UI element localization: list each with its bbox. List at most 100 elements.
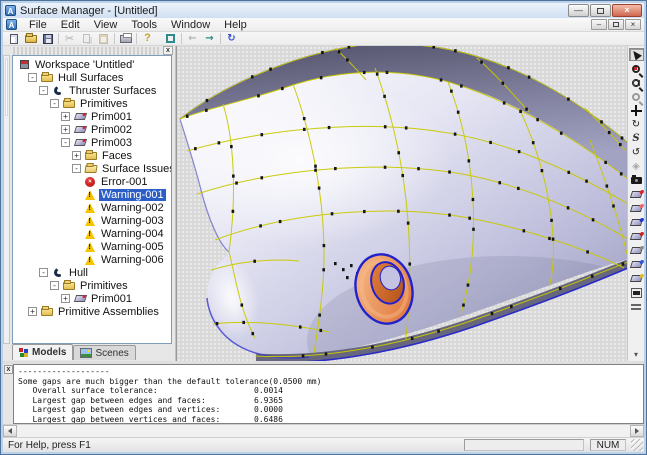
- zoom-tool-icon: [632, 93, 640, 101]
- tab-models[interactable]: Models: [12, 344, 73, 360]
- tree-item-prim002[interactable]: +Prim002: [14, 123, 171, 136]
- surface-tool-4[interactable]: [629, 230, 644, 243]
- warning-icon: [83, 254, 97, 266]
- tree-expander-minus[interactable]: -: [50, 99, 59, 108]
- maximize-button[interactable]: [590, 4, 611, 17]
- zoom-dynamic-tool[interactable]: [629, 62, 644, 75]
- tree-item-label: Warning-003: [99, 215, 166, 227]
- menu-window[interactable]: Window: [164, 18, 217, 32]
- tree-item-workspace-untitled[interactable]: Workspace 'Untitled': [14, 58, 171, 71]
- tree-expander-minus[interactable]: -: [28, 73, 37, 82]
- tree-item-warning-006[interactable]: Warning-006: [14, 253, 171, 266]
- surface-tool-7[interactable]: [629, 272, 644, 285]
- tree-item-hull-surfaces[interactable]: -Hull Surfaces: [14, 71, 171, 84]
- sync-button[interactable]: ↻: [223, 32, 240, 45]
- tree-expander-plus[interactable]: +: [28, 307, 37, 316]
- forward-button[interactable]: →: [201, 32, 218, 45]
- camera-tool-icon: [631, 177, 642, 184]
- new-button[interactable]: [5, 32, 22, 45]
- close-button[interactable]: ×: [612, 4, 642, 17]
- tree-expander-minus[interactable]: -: [61, 138, 70, 147]
- rotate-tool-icon: ↻: [632, 120, 640, 130]
- tree-expander-plus[interactable]: +: [72, 151, 81, 160]
- status-bar: For Help, press F1 NUM: [3, 437, 644, 452]
- warning-icon: [83, 228, 97, 240]
- tree-item-faces[interactable]: +Faces: [14, 149, 171, 162]
- orbit-tool[interactable]: ↺: [629, 146, 644, 159]
- rotate-tool[interactable]: ↻: [629, 118, 644, 131]
- spin-tool[interactable]: S: [629, 132, 644, 145]
- surface-tool-2[interactable]: [629, 202, 644, 215]
- tree-expander-plus[interactable]: +: [61, 112, 70, 121]
- select-tool[interactable]: [629, 48, 644, 61]
- toolbar-separator: [220, 33, 221, 44]
- mdi-minimize-button[interactable]: –: [591, 19, 607, 30]
- toolbar-overflow-chevron[interactable]: ▾: [634, 351, 638, 359]
- tree-item-hull[interactable]: -Hull: [14, 266, 171, 279]
- tree-item-warning-001[interactable]: Warning-001: [14, 188, 171, 201]
- output-hscrollbar[interactable]: [3, 424, 644, 437]
- tree-item-prim001[interactable]: +Prim001: [14, 292, 171, 305]
- pane-side-gripper[interactable]: [3, 55, 10, 344]
- view-tool[interactable]: ◈: [629, 160, 644, 173]
- menu-tools[interactable]: Tools: [124, 18, 164, 32]
- minimize-button[interactable]: —: [568, 4, 589, 17]
- help-button[interactable]: ?: [139, 32, 156, 45]
- frame-select-button[interactable]: [162, 32, 179, 45]
- tree-item-label: Warning-001: [99, 189, 166, 201]
- cut-button[interactable]: ✂: [61, 32, 78, 45]
- tree-expander-minus[interactable]: -: [50, 281, 59, 290]
- surface-tool-6[interactable]: [629, 258, 644, 271]
- tree-expander-minus[interactable]: -: [39, 268, 48, 277]
- open-button[interactable]: [22, 32, 39, 45]
- tree-item-warning-002[interactable]: Warning-002: [14, 201, 171, 214]
- scroll-right-arrow[interactable]: [630, 425, 644, 437]
- tree-item-error-001[interactable]: ×Error-001: [14, 175, 171, 188]
- edge-display-tool[interactable]: [629, 300, 644, 313]
- resize-grip[interactable]: [631, 439, 643, 451]
- title-bar[interactable]: A Surface Manager - [Untitled] — ×: [3, 3, 644, 18]
- snapshot-tool[interactable]: [629, 286, 644, 299]
- back-button[interactable]: ←: [184, 32, 201, 45]
- tree-item-prim001[interactable]: +Prim001: [14, 110, 171, 123]
- tree-item-primitives[interactable]: -Primitives: [14, 279, 171, 292]
- mdi-document-icon: A: [6, 19, 17, 30]
- menu-help[interactable]: Help: [217, 18, 254, 32]
- tree-expander-plus[interactable]: +: [61, 125, 70, 134]
- surface-tool-3[interactable]: [629, 216, 644, 229]
- tree-item-thruster-surfaces[interactable]: -Thruster Surfaces: [14, 84, 171, 97]
- mdi-close-button[interactable]: ×: [625, 19, 641, 30]
- tree-item-warning-005[interactable]: Warning-005: [14, 240, 171, 253]
- warning-icon: [83, 202, 97, 214]
- scroll-left-arrow[interactable]: [3, 425, 17, 437]
- tree-item-primitives[interactable]: -Primitives: [14, 97, 171, 110]
- tree-expander-plus[interactable]: +: [61, 294, 70, 303]
- save-button[interactable]: [39, 32, 56, 45]
- tree-item-primitive-assemblies[interactable]: +Primitive Assemblies: [14, 305, 171, 318]
- mdi-restore-button[interactable]: [608, 19, 624, 30]
- menu-edit[interactable]: Edit: [54, 18, 87, 32]
- tree-expander-minus[interactable]: -: [72, 164, 81, 173]
- scenes-icon: [80, 348, 92, 358]
- paste-button[interactable]: [95, 32, 112, 45]
- surface-tool-1[interactable]: [629, 188, 644, 201]
- menu-file[interactable]: File: [22, 18, 54, 32]
- output-close-button[interactable]: x: [4, 365, 13, 374]
- surface-tool-5[interactable]: [629, 244, 644, 257]
- prim-icon: [73, 124, 87, 136]
- pane-gripper[interactable]: [13, 47, 161, 55]
- camera-tool[interactable]: [629, 174, 644, 187]
- tree-item-warning-003[interactable]: Warning-003: [14, 214, 171, 227]
- pane-close-button[interactable]: x: [163, 46, 173, 55]
- tab-scenes[interactable]: Scenes: [73, 345, 135, 360]
- print-button[interactable]: [117, 32, 134, 45]
- tree-item-surface-issues[interactable]: -Surface Issues: [14, 162, 171, 175]
- paste-icon: [99, 34, 108, 44]
- tree-expander-minus[interactable]: -: [39, 86, 48, 95]
- tree-item-prim003[interactable]: -Prim003: [14, 136, 171, 149]
- viewport-3d[interactable]: [176, 46, 627, 361]
- tree-item-warning-004[interactable]: Warning-004: [14, 227, 171, 240]
- left-arrow-icon: [8, 428, 12, 434]
- menu-view[interactable]: View: [87, 18, 125, 32]
- copy-button[interactable]: [78, 32, 95, 45]
